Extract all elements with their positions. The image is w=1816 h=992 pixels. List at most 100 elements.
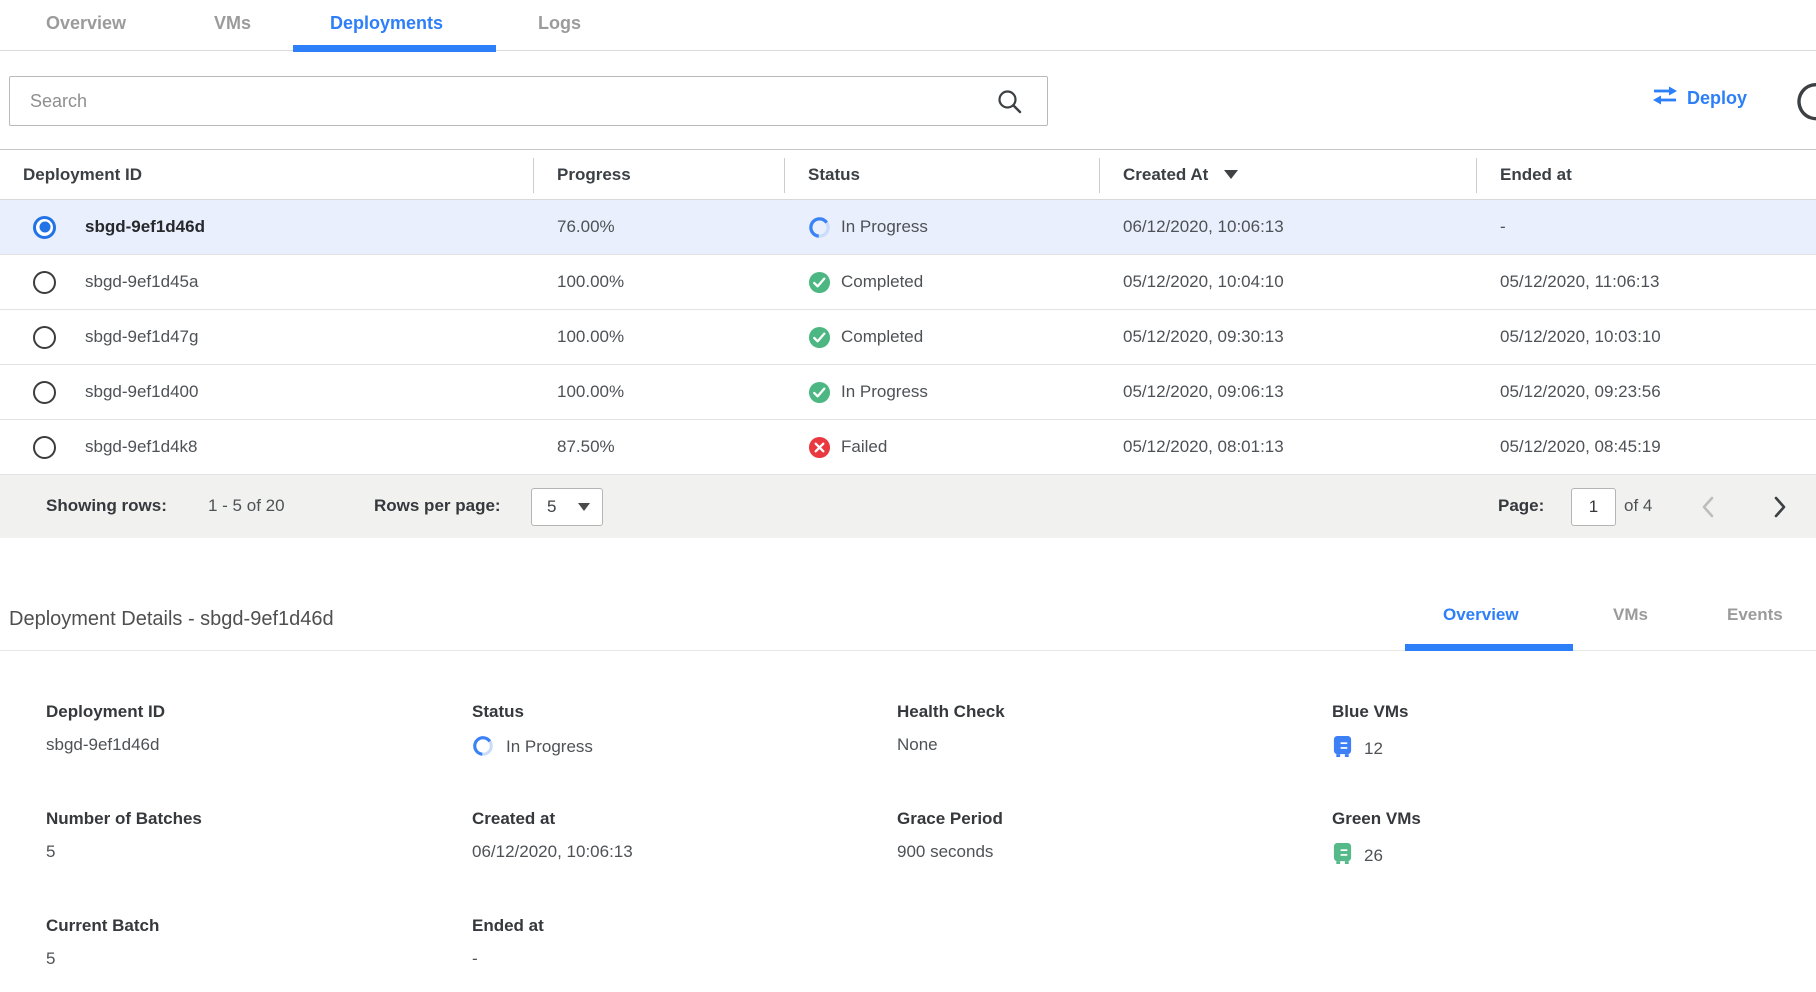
- field-value: 900 seconds: [897, 842, 1332, 862]
- tab-vms[interactable]: VMs: [214, 13, 251, 34]
- ended-at-value: 05/12/2020, 11:06:13: [1476, 272, 1816, 292]
- status-label: In Progress: [841, 217, 928, 237]
- rows-per-page-select[interactable]: 5: [531, 488, 603, 526]
- field-current-batch: Current Batch 5: [46, 916, 472, 992]
- status-label: In Progress: [841, 382, 928, 402]
- deployment-id-value: sbgd-9ef1d46d: [85, 217, 205, 237]
- field-value: 12: [1364, 739, 1383, 759]
- deployment-id-value: sbgd-9ef1d47g: [85, 327, 198, 347]
- field-value: In Progress: [506, 737, 593, 757]
- active-tab-underline: [293, 45, 496, 52]
- details-grid: Deployment ID sbgd-9ef1d46d Status In Pr…: [0, 651, 1816, 992]
- field-label: Health Check: [897, 702, 1332, 722]
- field-label: Created at: [472, 809, 897, 829]
- details-tab-overview[interactable]: Overview: [1443, 605, 1519, 625]
- field-grace-period: Grace Period 900 seconds: [897, 809, 1332, 916]
- main-tabs-bar: Overview VMs Deployments Logs: [0, 0, 1816, 51]
- created-at-value: 05/12/2020, 09:30:13: [1099, 327, 1476, 347]
- status-failed-icon: [808, 436, 831, 459]
- deployment-id-value: sbgd-9ef1d400: [85, 382, 198, 402]
- field-deployment-id: Deployment ID sbgd-9ef1d46d: [46, 702, 472, 809]
- field-value: -: [472, 949, 897, 969]
- field-created-at: Created at 06/12/2020, 10:06:13: [472, 809, 897, 916]
- progress-value: 100.00%: [533, 382, 784, 402]
- showing-rows-label: Showing rows:: [46, 496, 167, 516]
- field-value: 5: [46, 842, 472, 862]
- column-header-progress: Progress: [533, 150, 784, 199]
- deployment-details-header: Deployment Details - sbgd-9ef1d46d Overv…: [0, 593, 1816, 651]
- vm-blue-icon: [1332, 735, 1353, 763]
- row-radio[interactable]: [33, 381, 56, 404]
- deployment-id-value: sbgd-9ef1d45a: [85, 272, 198, 292]
- field-label: Green VMs: [1332, 809, 1816, 829]
- page-total: of 4: [1624, 496, 1652, 516]
- field-ended-at: Ended at -: [472, 916, 897, 992]
- next-page-icon[interactable]: [1772, 495, 1788, 524]
- vm-green-icon: [1332, 842, 1353, 870]
- table-row[interactable]: sbgd-9ef1d45a 100.00% Completed 05/12/20…: [0, 255, 1816, 310]
- row-radio[interactable]: [33, 326, 56, 349]
- chevron-down-icon: [578, 503, 590, 511]
- field-label: Status: [472, 702, 897, 722]
- row-radio[interactable]: [33, 271, 56, 294]
- field-label: Ended at: [472, 916, 897, 936]
- field-status: Status In Progress: [472, 702, 897, 809]
- status-label: Completed: [841, 327, 923, 347]
- status-completed-icon: [808, 326, 831, 349]
- status-in-progress-icon: [808, 216, 831, 239]
- previous-page-icon[interactable]: [1700, 495, 1716, 524]
- rows-per-page-label: Rows per page:: [374, 496, 501, 516]
- created-at-value: 05/12/2020, 09:06:13: [1099, 382, 1476, 402]
- field-label: Number of Batches: [46, 809, 472, 829]
- created-at-value: 05/12/2020, 10:04:10: [1099, 272, 1476, 292]
- refresh-icon[interactable]: [1794, 80, 1816, 129]
- status-completed-icon: [808, 381, 831, 404]
- column-header-created-at[interactable]: Created At: [1099, 150, 1476, 199]
- field-label: Grace Period: [897, 809, 1332, 829]
- page-label: Page:: [1498, 496, 1544, 516]
- column-header-status: Status: [784, 150, 1099, 199]
- status-completed-icon: [808, 271, 831, 294]
- field-label: Deployment ID: [46, 702, 472, 722]
- ended-at-value: 05/12/2020, 10:03:10: [1476, 327, 1816, 347]
- field-value: 26: [1364, 846, 1383, 866]
- active-details-tab-underline: [1405, 644, 1573, 651]
- table-row[interactable]: sbgd-9ef1d4k8 87.50% Failed 05/12/2020, …: [0, 420, 1816, 475]
- field-label: Current Batch: [46, 916, 472, 936]
- column-header-deployment-id: Deployment ID: [0, 150, 533, 199]
- progress-value: 100.00%: [533, 272, 784, 292]
- field-health-check: Health Check None: [897, 702, 1332, 809]
- tab-overview[interactable]: Overview: [46, 13, 126, 34]
- toolbar: Deploy: [0, 76, 1816, 128]
- progress-value: 76.00%: [533, 217, 784, 237]
- field-value: 5: [46, 949, 472, 969]
- ended-at-value: 05/12/2020, 08:45:19: [1476, 437, 1816, 457]
- table-header-row: Deployment ID Progress Status Created At…: [0, 149, 1816, 200]
- field-value: None: [897, 735, 1332, 755]
- field-label: Blue VMs: [1332, 702, 1816, 722]
- table-row[interactable]: sbgd-9ef1d47g 100.00% Completed 05/12/20…: [0, 310, 1816, 365]
- deploy-button[interactable]: Deploy: [1652, 86, 1747, 110]
- field-value: 06/12/2020, 10:06:13: [472, 842, 897, 862]
- details-title: Deployment Details - sbgd-9ef1d46d: [9, 608, 334, 631]
- deploy-button-label: Deploy: [1687, 88, 1747, 109]
- created-at-value: 06/12/2020, 10:06:13: [1099, 217, 1476, 237]
- table-row[interactable]: sbgd-9ef1d400 100.00% In Progress 05/12/…: [0, 365, 1816, 420]
- tab-logs[interactable]: Logs: [538, 13, 581, 34]
- row-radio[interactable]: [33, 436, 56, 459]
- row-radio-selected[interactable]: [33, 216, 56, 239]
- details-tab-vms[interactable]: VMs: [1613, 605, 1648, 625]
- sort-desc-icon: [1224, 170, 1238, 179]
- search-input[interactable]: [9, 76, 1048, 126]
- column-header-ended-at: Ended at: [1476, 150, 1816, 199]
- created-at-value: 05/12/2020, 08:01:13: [1099, 437, 1476, 457]
- table-row[interactable]: sbgd-9ef1d46d 76.00% In Progress 06/12/2…: [0, 200, 1816, 255]
- search-icon: [996, 88, 1023, 120]
- details-tab-events[interactable]: Events: [1727, 605, 1783, 625]
- table-pagination-bar: Showing rows: 1 - 5 of 20 Rows per page:…: [0, 475, 1816, 538]
- page-number-input[interactable]: [1571, 488, 1616, 526]
- tab-deployments[interactable]: Deployments: [330, 13, 443, 34]
- field-value: sbgd-9ef1d46d: [46, 735, 472, 755]
- progress-value: 87.50%: [533, 437, 784, 457]
- field-blue-vms: Blue VMs 12: [1332, 702, 1816, 809]
